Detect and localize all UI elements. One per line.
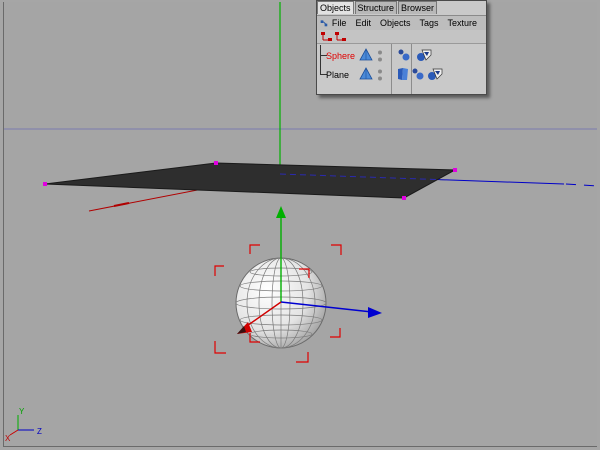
tab-structure[interactable]: Structure	[354, 1, 398, 14]
object-manager-menubar: File Edit Objects Tags Texture	[317, 15, 486, 31]
svg-text:Z: Z	[37, 427, 42, 436]
object-name-sphere[interactable]: Sphere	[326, 51, 355, 61]
menu-objects[interactable]: Objects	[380, 18, 411, 28]
menu-file[interactable]: File	[332, 18, 347, 28]
object-manager-toolbar	[317, 30, 486, 44]
object-row-sphere[interactable]: Sphere	[317, 45, 486, 65]
visibility-dots-icon[interactable]	[377, 49, 383, 63]
viewport-scene[interactable]: Y Z X	[4, 2, 597, 446]
polygon-object-icon[interactable]	[359, 67, 373, 81]
plane-handle-left[interactable]	[43, 182, 47, 186]
gizmo-y-arrow[interactable]	[276, 206, 286, 218]
svg-text:X: X	[5, 434, 11, 443]
visibility-dots-icon[interactable]	[377, 68, 383, 82]
gizmo-z-arrow[interactable]	[368, 307, 382, 318]
plane-object[interactable]	[44, 162, 457, 199]
3d-viewport[interactable]: Y Z X	[3, 2, 597, 447]
texture-tag-icon[interactable]	[416, 48, 432, 62]
plane-handle-bottom[interactable]	[402, 196, 406, 200]
tab-objects[interactable]: Objects	[317, 1, 354, 14]
world-x-axis-ticks	[113, 202, 130, 207]
menu-tags[interactable]: Tags	[419, 18, 438, 28]
object-manager-tabs: Objects Structure Browser	[317, 1, 438, 14]
object-list: Sphere Plane	[317, 44, 486, 94]
world-z-axis-dash	[565, 183, 597, 187]
uvw-tag-icon[interactable]	[397, 67, 409, 81]
menu-edit[interactable]: Edit	[355, 18, 371, 28]
svg-text:Y: Y	[19, 407, 25, 416]
texture-tag-icon[interactable]	[427, 67, 443, 81]
polygon-object-icon[interactable]	[359, 48, 373, 62]
object-manager-menu-icon[interactable]	[320, 17, 328, 29]
cinema4d-app: Y Z X Objects Structure Browser File Edi…	[0, 0, 600, 450]
tab-browser[interactable]: Browser	[398, 1, 438, 14]
plane-handle-right[interactable]	[453, 168, 457, 172]
object-row-plane[interactable]: Plane	[317, 47, 486, 84]
object-manager-panel: Objects Structure Browser File Edit Obje…	[316, 0, 487, 95]
object-name-plane[interactable]: Plane	[326, 70, 349, 80]
hierarchy-toggle-icon[interactable]	[321, 31, 347, 42]
menu-texture[interactable]: Texture	[447, 18, 477, 28]
phong-tag-icon[interactable]	[397, 48, 411, 62]
plane-handle-top[interactable]	[214, 161, 218, 165]
phong-tag-icon[interactable]	[411, 67, 425, 81]
world-axis-indicator: Y Z X	[5, 407, 42, 443]
